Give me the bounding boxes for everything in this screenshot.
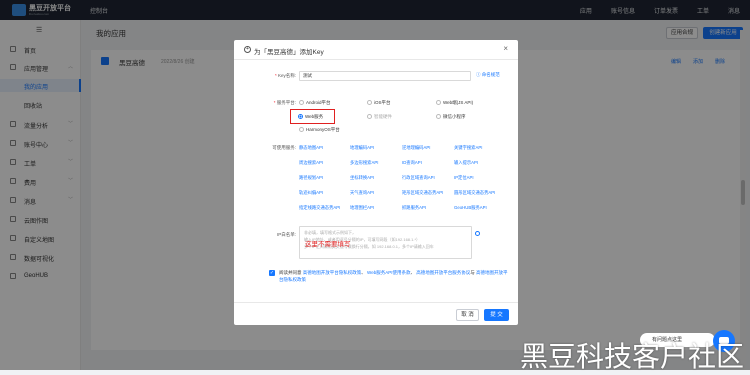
- modal-footer-divider: [234, 302, 518, 303]
- service-api-link[interactable]: 轨迹纠偏API: [299, 190, 323, 196]
- service-api-link[interactable]: 地理围栏API: [350, 205, 374, 211]
- service-api-link[interactable]: IP定位API: [454, 175, 474, 181]
- watermark: 黑豆科技客户社区: [520, 340, 745, 373]
- service-api-link[interactable]: GeoHUB服务API: [454, 205, 487, 211]
- service-api-link[interactable]: 静态地图API: [299, 145, 323, 151]
- radio-smart-hardware[interactable]: 智能硬件: [367, 114, 392, 120]
- cancel-button[interactable]: 取 消: [456, 309, 479, 321]
- service-api-link[interactable]: ID查询API: [402, 160, 422, 166]
- radio-web-js-api[interactable]: Web端(JS API): [436, 100, 473, 106]
- whitelist-label: IP白名单:: [276, 232, 296, 237]
- help-icon[interactable]: [475, 231, 480, 236]
- key-name-label: * Key名称:: [274, 73, 296, 78]
- service-api-link[interactable]: 关键字搜索API: [454, 145, 482, 151]
- service-api-link[interactable]: 天气查询API: [350, 190, 374, 196]
- service-api-link[interactable]: 周边搜索API: [299, 160, 323, 166]
- service-api-link[interactable]: 行政区域查询API: [402, 175, 435, 181]
- service-api-link[interactable]: 路径规划API: [299, 175, 323, 181]
- radio-wechat-miniprogram[interactable]: 微信小程序: [436, 114, 466, 120]
- annotation-note: 这里不需要填写: [305, 241, 351, 248]
- key-name-input[interactable]: 测试: [299, 71, 471, 81]
- service-agreement-link[interactable]: 高德地图开放平台服务协议: [416, 270, 470, 275]
- placeholder-line: 非必填，填写格式示例如下，: [304, 230, 356, 235]
- privacy-policy-link[interactable]: 高德地图开放平台隐私权政策: [303, 270, 362, 275]
- modal-title: 为「黑豆高德」添加Key: [254, 49, 324, 56]
- modal-header-divider: [234, 59, 518, 60]
- service-api-link[interactable]: 抓路服务API: [402, 205, 426, 211]
- highlight-box: [290, 109, 335, 124]
- web-service-terms-link[interactable]: Web服务API使用条款: [367, 270, 410, 275]
- service-api-link[interactable]: 地理编码API: [350, 145, 374, 151]
- key-icon: +: [244, 46, 251, 53]
- service-api-link[interactable]: 矩形区域交通态势API: [402, 190, 443, 196]
- service-api-link[interactable]: 逆地理编码API: [402, 145, 430, 151]
- naming-rule-link[interactable]: ⓘ 命名规范: [476, 72, 500, 78]
- agree-checkbox[interactable]: ✓: [269, 270, 275, 276]
- submit-button[interactable]: 提 交: [484, 309, 509, 321]
- services-label: 可使用服务:: [272, 145, 296, 150]
- radio-harmonyos[interactable]: HarmonyOS平台: [299, 127, 340, 133]
- close-icon[interactable]: ×: [503, 44, 508, 53]
- radio-ios[interactable]: iOS平台: [367, 100, 391, 106]
- radio-android[interactable]: Android平台: [299, 100, 331, 106]
- service-api-link[interactable]: 圆形区域交通态势API: [454, 190, 495, 196]
- service-api-link[interactable]: 指定线路交通态势API: [299, 205, 340, 211]
- service-api-link[interactable]: 坐标转换API: [350, 175, 374, 181]
- service-api-link[interactable]: 输入提示API: [454, 160, 478, 166]
- platform-label: * 服务平台:: [273, 100, 296, 105]
- service-api-link[interactable]: 多边形搜索API: [350, 160, 378, 166]
- agreement-text: 阅读并同意 高德地图开放平台隐私权政策、 Web服务API使用条款、 高德地图开…: [279, 270, 508, 282]
